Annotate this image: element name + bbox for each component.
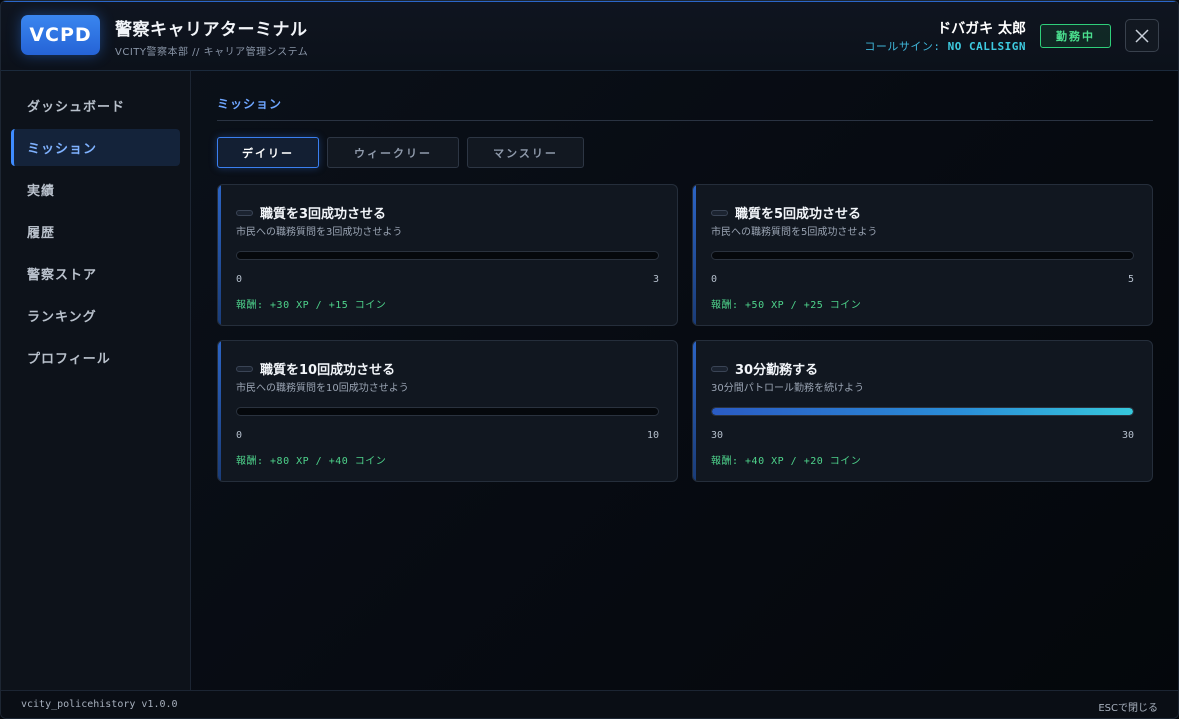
version-label: vcity_policehistory v1.0.0 [21, 699, 178, 710]
mission-card: 職質を10回成功させる 市民への職務質問を10回成功させよう 0 10 報酬: … [217, 340, 678, 482]
mission-status-indicator [711, 210, 728, 216]
sidebar-item-dashboard[interactable]: ダッシュボード [11, 87, 180, 124]
mission-reward: 報酬: +40 XP / +20 コイン [711, 456, 862, 467]
header: VCPD 警察キャリアターミナル VCITY警察本部 // キャリア管理システム… [1, 1, 1178, 71]
mission-status-indicator [711, 366, 728, 372]
tab-monthly[interactable]: マンスリー [467, 137, 584, 168]
section-divider [217, 120, 1153, 121]
main-content: ミッション デイリー ウィークリー マンスリー 職質を3回成功させる 市民への職… [191, 71, 1178, 690]
mission-card: 職質を3回成功させる 市民への職務質問を3回成功させよう 0 3 報酬: +30… [217, 184, 678, 326]
mission-progress-bar [711, 251, 1134, 260]
mission-progress-fill [712, 408, 1133, 415]
card-accent-bar [693, 185, 696, 325]
section-title: ミッション [217, 97, 283, 111]
sidebar-item-store[interactable]: 警察ストア [11, 255, 180, 292]
esc-close-hint: ESCで閉じる [1098, 703, 1158, 714]
duty-status-badge: 勤務中 [1040, 24, 1111, 48]
footer: vcity_policehistory v1.0.0 ESCで閉じる [1, 690, 1178, 718]
close-button[interactable] [1125, 19, 1159, 52]
mission-progress-bar [236, 251, 659, 260]
callsign-value: NO CALLSIGN [947, 40, 1026, 53]
close-icon [1135, 28, 1149, 43]
tab-weekly[interactable]: ウィークリー [327, 137, 459, 168]
mission-status-indicator [236, 366, 253, 372]
mission-description: 30分間パトロール勤務を続けよう [711, 383, 865, 394]
mission-progress-target: 10 [646, 430, 659, 441]
sidebar-item-achievements[interactable]: 実績 [11, 171, 180, 208]
sidebar-item-history[interactable]: 履歴 [11, 213, 180, 250]
tab-daily[interactable]: デイリー [217, 137, 319, 168]
sidebar: ダッシュボード ミッション 実績 履歴 警察ストア ランキング プロフィール [1, 71, 191, 690]
mission-reward: 報酬: +30 XP / +15 コイン [236, 300, 387, 311]
card-accent-bar [693, 341, 696, 481]
mission-card: 職質を5回成功させる 市民への職務質問を5回成功させよう 0 5 報酬: +50… [692, 184, 1153, 326]
sidebar-item-ranking[interactable]: ランキング [11, 297, 180, 334]
mission-title: 職質を3回成功させる [260, 207, 387, 222]
mission-progress-current: 0 [711, 274, 718, 285]
mission-progress-bar [236, 407, 659, 416]
mission-title: 職質を10回成功させる [260, 363, 396, 378]
mission-card: 30分勤務する 30分間パトロール勤務を続けよう 30 30 報酬: +40 X… [692, 340, 1153, 482]
callsign: コールサイン: NO CALLSIGN [864, 38, 1026, 54]
mission-title: 職質を5回成功させる [735, 207, 862, 222]
card-accent-bar [218, 341, 221, 481]
mission-progress-target: 3 [652, 274, 659, 285]
callsign-label: コールサイン: [864, 40, 941, 53]
mission-progress-current: 30 [711, 430, 724, 441]
mission-reward: 報酬: +80 XP / +40 コイン [236, 456, 387, 467]
mission-title: 30分勤務する [735, 363, 819, 378]
mission-progress-current: 0 [236, 430, 243, 441]
mission-progress-bar [711, 407, 1134, 416]
mission-description: 市民への職務質問を10回成功させよう [236, 383, 409, 394]
mission-progress-current: 0 [236, 274, 243, 285]
mission-progress-target: 5 [1127, 274, 1134, 285]
mission-reward: 報酬: +50 XP / +25 コイン [711, 300, 862, 311]
mission-description: 市民への職務質問を5回成功させよう [711, 227, 878, 238]
app-subtitle: VCITY警察本部 // キャリア管理システム [115, 47, 309, 58]
app-window: VCPD 警察キャリアターミナル VCITY警察本部 // キャリア管理システム… [0, 0, 1179, 719]
mission-status-indicator [236, 210, 253, 216]
user-name: ドバガキ 太郎 [937, 21, 1026, 37]
card-accent-bar [218, 185, 221, 325]
mission-description: 市民への職務質問を3回成功させよう [236, 227, 403, 238]
sidebar-item-profile[interactable]: プロフィール [11, 339, 180, 376]
sidebar-item-missions[interactable]: ミッション [11, 129, 180, 166]
mission-progress-target: 30 [1121, 430, 1134, 441]
app-title: 警察キャリアターミナル [115, 20, 308, 40]
vcpd-logo: VCPD [21, 15, 100, 55]
